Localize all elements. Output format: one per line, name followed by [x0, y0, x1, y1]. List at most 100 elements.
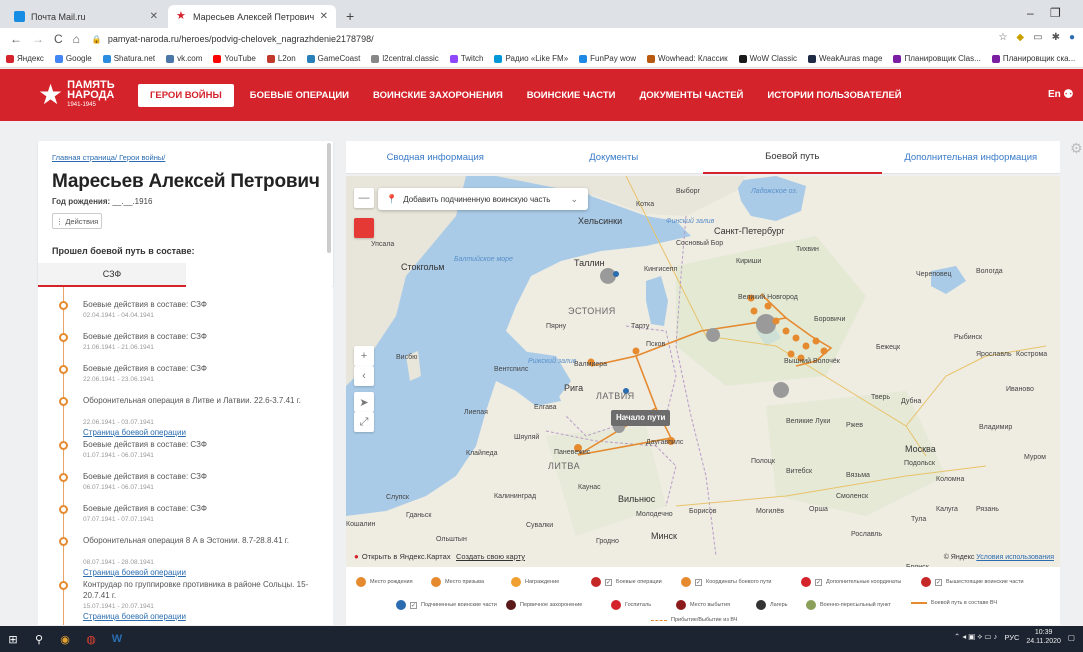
legend-item[interactable]: Военно-пересыльный пункт	[806, 600, 891, 610]
puzzle-icon[interactable]: ✱	[1052, 32, 1060, 43]
nav-item[interactable]: ВОИНСКИЕ ЗАХОРОНЕНИЯ	[361, 84, 515, 107]
timeline-title: Боевые действия в составе: СЗФ	[83, 504, 207, 513]
bookmark-item[interactable]: Twitch	[449, 54, 483, 63]
tab-2[interactable]: Боевой путь	[703, 141, 882, 174]
user-icon[interactable]: ⚉	[1063, 87, 1074, 101]
new-tab-button[interactable]: +	[346, 8, 354, 24]
forward-icon[interactable]: →	[32, 32, 44, 46]
bookmark-item[interactable]: WoW Classic	[738, 54, 797, 63]
language-switch[interactable]: En	[1048, 89, 1061, 100]
legend-checkbox[interactable]: ✓	[410, 601, 417, 609]
legend-item[interactable]: Место рождения	[356, 577, 413, 587]
open-in-yandex-link[interactable]: ● Открыть в Яндекс.Картах	[354, 552, 451, 561]
bookmark-item[interactable]: Планировщик ска...	[991, 54, 1075, 63]
tab-0[interactable]: Сводная информация	[346, 141, 525, 174]
nav-item[interactable]: ИСТОРИИ ПОЛЬЗОВАТЕЛЕЙ	[755, 84, 913, 107]
search-icon[interactable]: ⚲	[26, 626, 52, 652]
restore-icon[interactable]: ❐	[1050, 6, 1061, 20]
tab-3[interactable]: Дополнительная информация	[881, 141, 1060, 174]
legend-label: Боевой путь в составе ВЧ	[931, 600, 998, 606]
legend-item[interactable]: ✓ Боевые операции	[591, 577, 662, 587]
bookmark-favicon-icon	[102, 54, 111, 63]
operation-page-link[interactable]: Страница боевой операции	[83, 568, 186, 577]
zoom-out-button[interactable]: —	[354, 188, 374, 208]
terms-link[interactable]: Условия использования	[976, 554, 1054, 561]
reload-icon[interactable]: C	[54, 32, 63, 46]
legend-item[interactable]: Прибытие/Выбытие из ВЧ	[651, 617, 737, 623]
notification-icon[interactable]: ▢	[1068, 633, 1075, 642]
site-logo[interactable]: ★ ПАМЯТЬ НАРОДА 1941-1945	[38, 80, 138, 110]
nav-item[interactable]: БОЕВЫЕ ОПЕРАЦИИ	[238, 84, 361, 107]
bookmark-item[interactable]: vk.com	[166, 54, 202, 63]
back-icon[interactable]: ←	[10, 32, 22, 46]
home-icon[interactable]: ⌂	[73, 32, 80, 46]
tab-1[interactable]: Документы	[524, 141, 703, 174]
profile-icon[interactable]: ●	[1069, 32, 1075, 43]
zoom-in-button[interactable]: +	[354, 346, 374, 366]
bookmark-item[interactable]: YouTube	[213, 54, 256, 63]
collapse-arrow-icon[interactable]: ‹	[354, 366, 374, 386]
timeline-marker-icon	[59, 441, 68, 450]
scrollbar[interactable]	[327, 143, 331, 253]
tray-icons[interactable]: ⌃ ◂ ▣ ⟡ ▭ ♪	[954, 632, 997, 642]
bookmark-item[interactable]: WeakAuras mage	[808, 54, 882, 63]
app-icon[interactable]: ◉	[52, 626, 78, 652]
bookmark-item[interactable]: l2central.classic	[371, 54, 439, 63]
legend-item[interactable]: ✓ Дополнительные координаты	[801, 577, 901, 587]
bookmark-item[interactable]: Яндекс	[6, 54, 44, 63]
legend-item[interactable]: Место выбытия	[676, 600, 730, 610]
close-icon[interactable]: ✕	[150, 11, 158, 22]
operation-page-link[interactable]: Страница боевой операции	[83, 612, 186, 621]
cast-icon[interactable]: ▭	[1033, 32, 1042, 43]
extension-icon[interactable]: ◆	[1016, 32, 1024, 43]
nav-item[interactable]: ВОИНСКИЕ ЧАСТИ	[515, 84, 628, 107]
settings-icon[interactable]: ⚙	[1070, 140, 1083, 157]
keyboard-lang[interactable]: РУС	[1004, 633, 1019, 642]
legend-item[interactable]: Госпиталь	[611, 600, 651, 610]
bookmark-item[interactable]: Радио «Like FM»	[494, 54, 568, 63]
breadcrumb[interactable]: Главная страница/ Герои войны/	[52, 153, 165, 162]
legend-item[interactable]: Награждение	[511, 577, 559, 587]
legend-item[interactable]: Лагерь	[756, 600, 788, 610]
bookmark-item[interactable]: L2on	[266, 54, 296, 63]
bookmark-item[interactable]: Планировщик Clas...	[893, 54, 981, 63]
bookmark-item[interactable]: Wowhead: Классик	[646, 54, 728, 63]
clock[interactable]: 10:39 24.11.2020	[1026, 628, 1061, 646]
actions-button[interactable]: ⋮ Действия	[52, 213, 102, 229]
bookmark-star-icon[interactable]: ☆	[998, 32, 1007, 43]
nav-item[interactable]: ГЕРОИ ВОЙНЫ	[138, 83, 234, 107]
legend-checkbox[interactable]: ✓	[605, 578, 612, 586]
legend-item[interactable]: ✓ Вышестоящие воинские части	[921, 577, 1024, 587]
legend-checkbox[interactable]: ✓	[935, 578, 942, 586]
chrome-icon[interactable]: ◍	[78, 626, 104, 652]
legend-checkbox[interactable]: ✓	[695, 578, 702, 586]
legend-item[interactable]: Первичное захоронение	[506, 600, 582, 610]
legend-item[interactable]: Место призыва	[431, 577, 484, 587]
bookmark-item[interactable]: FunPay wow	[579, 54, 636, 63]
create-map-link[interactable]: Создать свою карту	[456, 552, 525, 561]
legend-item[interactable]: Боевой путь в составе ВЧ	[911, 600, 997, 606]
geolocate-icon[interactable]: ➤	[354, 392, 374, 412]
timeline-marker-icon	[59, 473, 68, 482]
bookmark-item[interactable]: Google	[54, 54, 92, 63]
legend-item[interactable]: ✓ Подчиненные воинские части	[396, 600, 497, 610]
word-icon[interactable]: W	[104, 626, 130, 652]
legend-checkbox[interactable]: ✓	[815, 578, 822, 586]
add-subordinate-unit-select[interactable]: 📍 Добавить подчиненную воинскую часть ⌄	[378, 188, 588, 210]
legend-marker-icon	[806, 600, 816, 610]
map[interactable]: 📍 Добавить подчиненную воинскую часть ⌄ …	[346, 176, 1060, 567]
unit-tab[interactable]: СЗФ	[38, 263, 186, 287]
nav-item[interactable]: ДОКУМЕНТЫ ЧАСТЕЙ	[628, 84, 756, 107]
windows-start-icon[interactable]: ⊞	[0, 626, 26, 652]
fullscreen-icon[interactable]: ⤢	[354, 412, 374, 432]
minimize-icon[interactable]: –	[1027, 6, 1034, 20]
browser-tab-mail[interactable]: Почта Mail.ru ✕	[6, 5, 166, 28]
close-icon[interactable]: ✕	[320, 11, 328, 22]
bookmark-item[interactable]: GameCoast	[306, 54, 360, 63]
browser-tab-active[interactable]: ★ Маресьев Алексей Петрович : ✕	[168, 5, 336, 28]
legend-item[interactable]: ✓ Координаты боевого пути	[681, 577, 772, 587]
operation-page-link[interactable]: Страница боевой операции	[83, 428, 186, 437]
url-input[interactable]: 🔒 pamyat-naroda.ru/heroes/podvig-chelove…	[92, 30, 952, 48]
bookmark-item[interactable]: Shatura.net	[102, 54, 155, 63]
layer-red-button[interactable]	[354, 218, 374, 238]
